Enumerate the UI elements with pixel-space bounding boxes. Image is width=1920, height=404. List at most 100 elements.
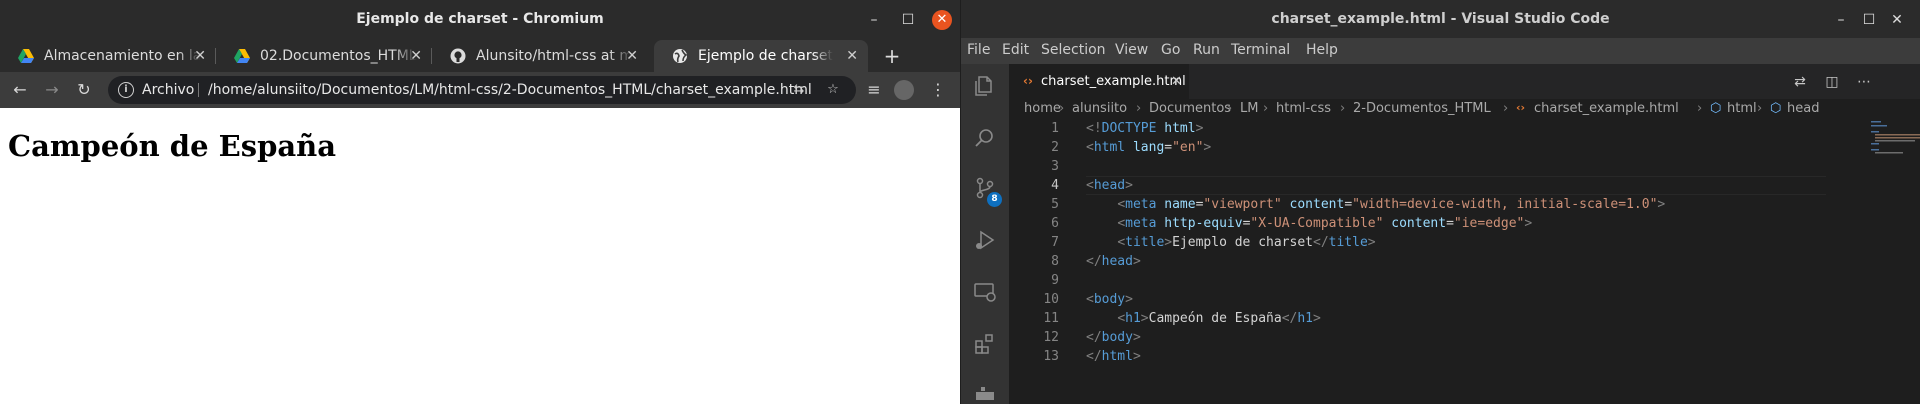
vscode-title-bar: charset_example.html - Visual Studio Cod… [961, 0, 1920, 38]
code-token: > [1367, 235, 1376, 250]
remote-explorer-icon[interactable] [973, 280, 997, 304]
close-window-icon[interactable]: ✕ [932, 10, 952, 30]
activity-bar: 8 [961, 64, 1009, 404]
line-number: 7 [1051, 235, 1059, 250]
minimap[interactable] [1869, 119, 1920, 159]
new-tab-icon[interactable]: + [880, 40, 904, 72]
close-tab-icon[interactable]: ✕ [846, 40, 858, 72]
close-tab-icon[interactable]: ✕ [410, 40, 422, 72]
code-editor[interactable]: 1 <!DOCTYPE html> 2 <html lang="en"> 3 4 <head… [1009, 119, 1920, 404]
close-tab-icon[interactable]: ✕ [626, 40, 638, 72]
code-line[interactable]: <meta http-equiv = "X-UA-Compatible" conte… [1086, 216, 1532, 231]
code-token: < [1117, 311, 1126, 326]
code-line[interactable]: </html> [1086, 349, 1141, 364]
menu-help[interactable]: Help [1306, 42, 1338, 58]
code-token: content [1391, 216, 1447, 231]
open-changes-icon[interactable]: ⇄ [1791, 73, 1809, 91]
tab-label: Ejemplo de charset [698, 48, 834, 64]
line-number: 13 [1043, 349, 1059, 364]
info-icon[interactable]: i [118, 82, 134, 98]
explorer-icon[interactable] [973, 74, 997, 98]
code-line[interactable]: <body> [1086, 292, 1133, 307]
close-tab-icon[interactable]: ✕ [1171, 64, 1182, 99]
browser-tab-drive-storage[interactable]: Almacenamiento en la ✕ [0, 40, 216, 72]
browser-toolbar: ← → ↻ i Archivo /home/alunsiito/Document… [0, 72, 960, 108]
menu-terminal[interactable]: Terminal [1231, 42, 1290, 58]
code-line[interactable]: <html lang="en"> [1086, 140, 1211, 155]
maximize-icon[interactable]: ☐ [1859, 10, 1879, 30]
code-token: < [1117, 197, 1126, 212]
code-token: "X-UA-Compatible" [1250, 216, 1384, 231]
forward-icon[interactable]: → [40, 78, 64, 102]
code-token: html [1101, 349, 1133, 364]
code-line[interactable]: <meta name="viewport" content="width=dev… [1086, 197, 1665, 212]
code-token: > [1195, 121, 1204, 136]
maximize-icon[interactable]: ☐ [898, 10, 918, 30]
split-editor-icon[interactable]: ◫ [1823, 73, 1841, 91]
close-window-icon[interactable]: ✕ [1887, 10, 1907, 30]
breadcrumb-item[interactable]: alunsiito [1072, 101, 1127, 116]
menu-go[interactable]: Go [1161, 42, 1180, 58]
tab-label: 02.Documentos_HTML [260, 48, 417, 64]
menu-run[interactable]: Run [1193, 42, 1220, 58]
code-token: head [1101, 254, 1133, 269]
line-number: 2 [1051, 140, 1059, 155]
code-line[interactable]: <head> [1086, 178, 1133, 193]
browser-tab-charset-active[interactable]: Ejemplo de charset ✕ [654, 40, 868, 72]
breadcrumb-item[interactable]: charset_example.html [1534, 101, 1679, 116]
url-text[interactable]: /home/alunsiito/Documentos/LM/html-css/2… [208, 76, 812, 104]
code-token: = [1344, 197, 1353, 212]
code-token: </ [1086, 330, 1102, 345]
breadcrumb-item[interactable]: home [1024, 101, 1061, 116]
code-line[interactable]: </body> [1086, 330, 1141, 345]
docker-icon[interactable] [973, 382, 997, 404]
profile-avatar[interactable] [894, 80, 914, 100]
browser-tab-drive-docs[interactable]: 02.Documentos_HTML ✕ [216, 40, 432, 72]
browser-tab-strip: Almacenamiento en la ✕ 02.Documentos_HTM… [0, 40, 960, 72]
code-token: > [1125, 178, 1133, 193]
security-label: Archivo [142, 82, 195, 98]
code-token: > [1657, 197, 1666, 212]
browser-tab-github[interactable]: Alunsito/html-css at m ✕ [432, 40, 648, 72]
breadcrumb-item[interactable]: html [1727, 101, 1757, 116]
code-token: "en" [1172, 140, 1204, 155]
bookmark-star-icon[interactable]: ☆ [824, 81, 842, 99]
extensions-icon[interactable] [973, 332, 997, 356]
code-token: > [1132, 349, 1141, 364]
line-number: 1 [1051, 121, 1059, 136]
menu-view[interactable]: View [1115, 42, 1148, 58]
minimize-icon[interactable]: – [864, 10, 884, 30]
code-token: < [1117, 235, 1126, 250]
kebab-menu-icon[interactable]: ⋮ [926, 78, 950, 102]
translate-icon[interactable]: ⇆ [790, 81, 808, 99]
breadcrumb-item[interactable]: 2-Documentos_HTML [1353, 101, 1491, 116]
breadcrumb-item[interactable]: html-css [1276, 101, 1331, 116]
code-token: < [1117, 216, 1126, 231]
reload-icon[interactable]: ↻ [72, 78, 96, 102]
search-icon[interactable] [973, 126, 997, 150]
code-line[interactable]: </head> [1086, 254, 1141, 269]
breadcrumb-item[interactable]: Documentos [1149, 101, 1231, 116]
close-tab-icon[interactable]: ✕ [194, 40, 206, 72]
media-queue-icon[interactable]: ≡ [862, 78, 886, 102]
back-icon[interactable]: ← [8, 78, 32, 102]
menu-selection[interactable]: Selection [1041, 42, 1106, 58]
more-actions-icon[interactable]: ⋯ [1855, 73, 1873, 91]
code-line[interactable]: <title>Ejemplo de charset</title> [1086, 235, 1376, 250]
breadcrumb-item[interactable]: head [1787, 101, 1819, 116]
tab-label: Alunsito/html-css at m [476, 48, 634, 64]
breadcrumb-item[interactable]: LM [1240, 101, 1258, 116]
menu-edit[interactable]: Edit [1002, 42, 1029, 58]
line-number: 8 [1051, 254, 1059, 269]
google-drive-icon [234, 49, 250, 63]
line-number: 12 [1043, 330, 1059, 345]
line-number: 6 [1051, 216, 1059, 231]
minimize-icon[interactable]: – [1831, 10, 1851, 30]
code-line[interactable]: <!DOCTYPE html> [1086, 121, 1203, 136]
globe-icon [673, 49, 688, 63]
address-bar[interactable]: i Archivo /home/alunsiito/Documentos/LM/… [108, 76, 856, 104]
run-debug-icon[interactable] [973, 228, 997, 252]
menu-file[interactable]: File [967, 42, 990, 58]
code-line[interactable]: <h1>Campeón de España</h1> [1086, 311, 1321, 326]
editor-tab-charset-example[interactable]: ‹› charset_example.html ✕ [1009, 64, 1189, 99]
